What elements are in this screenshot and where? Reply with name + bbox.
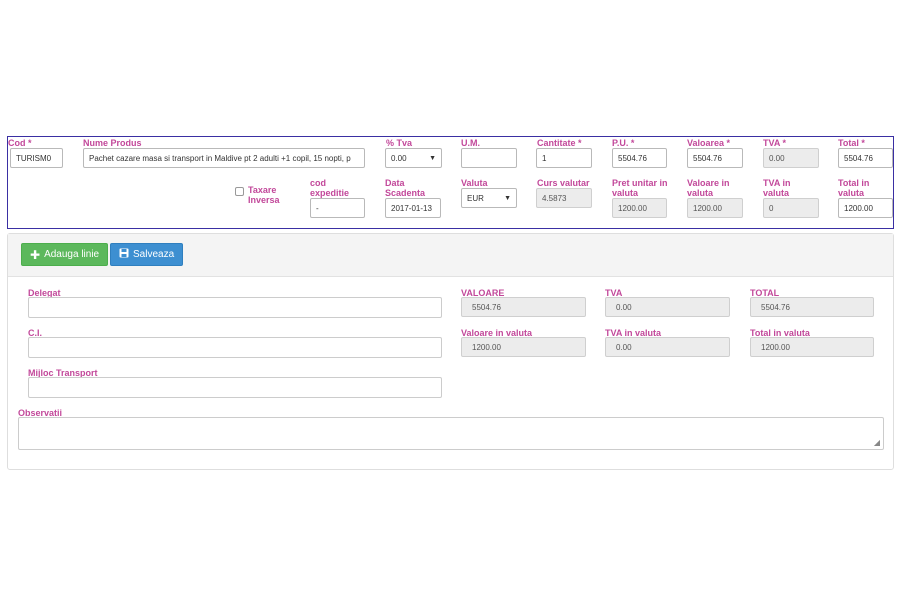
tva-total-value: 0.00	[616, 303, 632, 312]
tva-percent-select[interactable]: 0.00 ▼	[385, 148, 442, 168]
total-label: Total *	[838, 138, 865, 148]
tva-percent-value: 0.00	[391, 153, 407, 163]
um-label: U.M.	[461, 138, 480, 148]
cod-label: Cod *	[8, 138, 32, 148]
tva-total-readonly: 0.00	[605, 297, 730, 317]
valoare-total-readonly: 5504.76	[461, 297, 586, 317]
cantitate-label: Cantitate *	[537, 138, 582, 148]
curs-valutar-readonly: 4.5873	[536, 188, 592, 208]
valoare-valuta-readonly: 1200.00	[687, 198, 743, 218]
tva-percent-label: % Tva	[386, 138, 413, 148]
cod-expeditie-label: cod expeditie	[310, 178, 350, 198]
delegat-input[interactable]	[28, 297, 442, 318]
pret-unitar-valuta-readonly: 1200.00	[612, 198, 667, 218]
save-button[interactable]: Salveaza	[110, 243, 184, 266]
add-line-label: Adauga linie	[44, 249, 100, 260]
document-footer-panel: ✚ Adauga linie Salveaza Delegat C.I. Mij…	[7, 233, 894, 470]
tva-readonly: 0.00	[763, 148, 819, 168]
tva-valuta-readonly: 0	[763, 198, 819, 218]
taxare-inversa-label: Taxare Inversa	[248, 185, 280, 205]
data-scadenta-input[interactable]: 2017-01-13	[385, 198, 441, 218]
valuta-value: EUR	[467, 193, 484, 203]
pret-unitar-valuta-label: Pret unitar in valuta	[612, 178, 668, 198]
total-valuta-input[interactable]: 1200.00	[838, 198, 893, 218]
total-valuta-label: Total in valuta	[838, 178, 870, 198]
valoare-valuta-total-value: 1200.00	[472, 343, 501, 352]
nume-produs-input[interactable]: Pachet cazare masa si transport in Maldi…	[83, 148, 365, 168]
valoare-total-value: 5504.76	[472, 303, 501, 312]
tva-valuta-total-value: 0.00	[616, 343, 632, 352]
tva-label: TVA *	[763, 138, 787, 148]
nume-produs-label: Nume Produs	[83, 138, 142, 148]
invoice-line-row: Cod * Nume Produs % Tva U.M. Cantitate *…	[7, 136, 894, 229]
cod-expeditie-input[interactable]: -	[310, 198, 365, 218]
data-scadenta-label: Data Scadenta	[385, 178, 426, 198]
total-input[interactable]: 5504.76	[838, 148, 893, 168]
mijloc-transport-input[interactable]	[28, 377, 442, 398]
taxare-inversa-checkbox[interactable]	[235, 187, 244, 196]
valoare-valuta-label: Valoare in valuta	[687, 178, 730, 198]
observatii-textarea[interactable]: ◢	[18, 417, 884, 450]
total-valuta-total-readonly: 1200.00	[750, 337, 874, 357]
plus-icon: ✚	[30, 247, 41, 262]
valuta-select[interactable]: EUR ▼	[461, 188, 517, 208]
tva-valuta-label: TVA in valuta	[763, 178, 791, 198]
curs-valutar-label: Curs valutar	[537, 178, 590, 188]
tva-valuta-total-readonly: 0.00	[605, 337, 730, 357]
cod-input[interactable]: TURISM0	[10, 148, 63, 168]
floppy-disk-icon	[119, 248, 129, 261]
um-input[interactable]	[461, 148, 517, 168]
chevron-down-icon: ▼	[429, 154, 436, 162]
save-label: Salveaza	[133, 249, 175, 260]
valoare-valuta-total-readonly: 1200.00	[461, 337, 586, 357]
resize-handle-icon[interactable]: ◢	[874, 438, 880, 447]
cantitate-input[interactable]: 1	[536, 148, 592, 168]
toolbar: ✚ Adauga linie Salveaza	[8, 234, 893, 277]
valuta-label: Valuta	[461, 178, 488, 188]
valoarea-input[interactable]: 5504.76	[687, 148, 743, 168]
pu-label: P.U. *	[612, 138, 635, 148]
total-valuta-total-value: 1200.00	[761, 343, 790, 352]
total-total-readonly: 5504.76	[750, 297, 874, 317]
chevron-down-icon: ▼	[504, 194, 511, 202]
ci-input[interactable]	[28, 337, 442, 358]
valoarea-label: Valoarea *	[687, 138, 731, 148]
pu-input[interactable]: 5504.76	[612, 148, 667, 168]
add-line-button[interactable]: ✚ Adauga linie	[21, 243, 109, 266]
total-total-value: 5504.76	[761, 303, 790, 312]
